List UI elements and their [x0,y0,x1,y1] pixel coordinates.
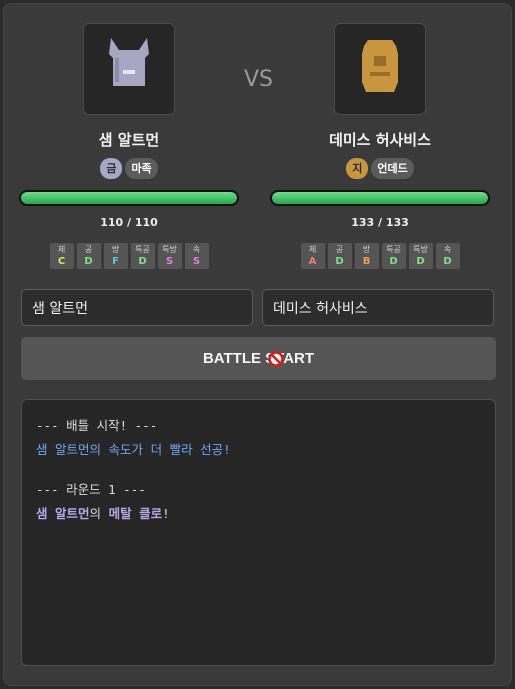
fighter-right-hp-fill [272,192,488,204]
log-segment: 샘 알트먼의 속도가 더 빨라 선공! [36,442,231,457]
fighter-left-name: 샘 알트먼 [98,131,160,149]
stat-box: 방F [103,243,128,269]
stat-label: 특방 [162,245,177,254]
stat-box: 특공 D [130,243,155,269]
stat-grade: S [165,256,174,267]
fighter-right-name: 데미스 허사비스 [329,131,431,149]
stat-label: 공 [84,245,93,254]
fighter-left-hp-bar [19,190,239,206]
stat-label: 공 [335,245,344,254]
fighter-left-hp-text: 110 / 110 [100,216,158,229]
stat-grade: D [84,256,93,267]
stat-grade: D [443,256,452,267]
battle-start-label: BATTLE START [202,350,315,367]
horned-creature-icon [109,38,149,86]
log-line: --- 배틀 시작! --- [36,414,481,438]
type-badge: 지 [346,158,369,179]
stat-label: 방 [111,245,120,254]
stat-label: 체 [308,245,317,254]
stat-box: 체C [49,243,74,269]
stat-label: 방 [362,245,371,254]
right-name-input[interactable] [262,289,494,326]
stat-grade: D [389,256,398,267]
stat-box: 속S [184,243,209,269]
fighter-right-stats: 체 A 공 D 방 B 특공 D 특방 D 속 D [265,243,495,269]
type-badge: 마족 [125,158,158,179]
fighter-left: 샘 알트먼 금 마족 110 / 110 체 C 공 D 방 F 특공 D 특방 S 속 S [14,23,244,269]
stat-box: 체A [300,243,325,269]
stat-grade: D [138,256,147,267]
stat-box: 특공 D [381,243,406,269]
fighter-right-portrait [334,23,426,115]
fighter-right-hp-bar [270,190,490,206]
not-allowed-cursor-icon [268,351,284,367]
log-gap [36,462,481,478]
log-segment: ! [162,506,170,521]
stat-grade: B [362,256,371,267]
log-line: --- 라운드 1 --- [36,478,481,502]
stat-box: 방B [354,243,379,269]
stat-box: 공D [327,243,352,269]
stat-label: 체 [57,245,66,254]
fighter-right: 데미스 허사비스 지 언데드 133 / 133 체 A 공 D 방 B 특공 D 특방 D 속 D [265,23,495,269]
stat-label: 속 [192,245,201,254]
log-line: 샘 알트먼의 속도가 더 빨라 선공! [36,438,481,462]
stat-label: 속 [443,245,452,254]
battle-log: --- 배틀 시작! --- 샘 알트먼의 속도가 더 빨라 선공! --- 라운드… [21,399,496,666]
stat-grade: F [112,256,119,267]
stat-grade: C [57,256,66,267]
log-line: 샘 알트먼의 메탈 클로! [36,502,481,526]
coin-golem-icon [362,40,398,92]
stat-grade: D [335,256,344,267]
fighter-left-hp-fill [21,192,237,204]
stat-box: 속D [435,243,460,269]
battle-start-button[interactable]: BATTLE START [21,337,496,380]
fighter-right-types: 지 언데드 [265,158,495,179]
stat-label: 특공 [386,245,401,254]
stat-label: 특공 [135,245,150,254]
fighter-left-portrait [83,23,175,115]
log-segment: 메탈 클로 [108,506,163,521]
fighter-left-stats: 체 C 공 D 방 F 특공 D 특방 S 속 S [14,243,244,269]
type-badge: 언데드 [371,158,414,179]
battle-panel: 샘 알트먼 금 마족 110 / 110 체 C 공 D 방 F 특공 D 특방 S 속 S VS 데미… [3,3,512,686]
log-segment: 샘 알트먼 [36,506,90,521]
stat-box: 특방 S [157,243,182,269]
type-badge: 금 [100,158,123,179]
stat-box: 특방 D [408,243,433,269]
fighter-left-types: 금 마족 [14,158,244,179]
log-segment: 의 [89,506,109,521]
stat-label: 특방 [413,245,428,254]
log-segment: --- 배틀 시작! --- [36,418,158,433]
left-name-input[interactable] [21,289,253,326]
stat-grade: A [308,256,317,267]
stat-grade: S [192,256,201,267]
stat-grade: D [416,256,425,267]
log-segment: --- 라운드 1 --- [36,482,146,497]
fighter-right-hp-text: 133 / 133 [351,216,409,229]
stat-box: 공D [76,243,101,269]
